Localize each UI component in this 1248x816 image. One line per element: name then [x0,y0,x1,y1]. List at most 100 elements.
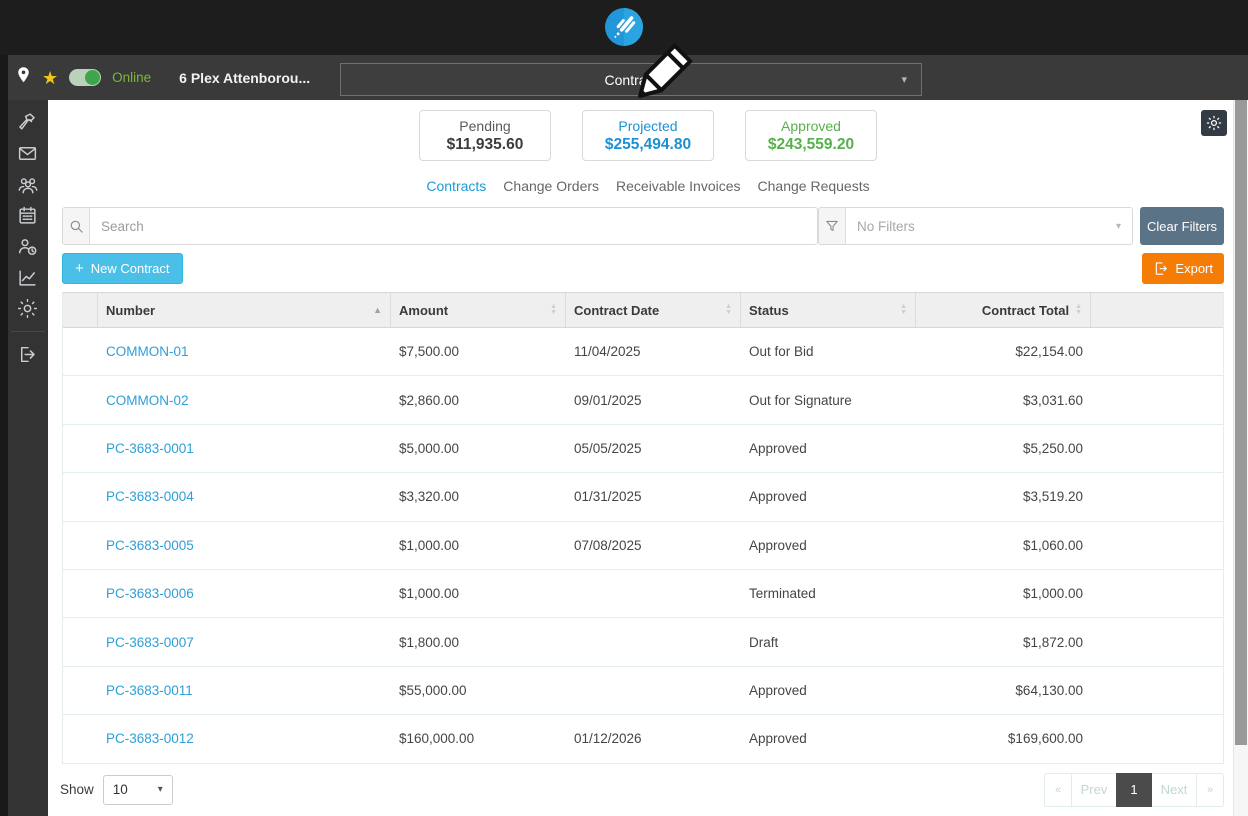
header-status[interactable]: Status ▲▼ [741,293,916,327]
total-cell: $5,250.00 [916,441,1091,456]
header-number[interactable]: Number ▲ [98,293,391,327]
table-row: PC-3683-0004 $3,320.00 01/31/2025 Approv… [63,473,1223,521]
total-cell: $169,600.00 [916,731,1091,746]
view-settings-button[interactable] [1201,110,1227,136]
contract-link[interactable]: PC-3683-0004 [106,489,194,504]
plus-icon: + [75,260,84,277]
contract-link[interactable]: COMMON-02 [106,393,189,408]
gear-icon [1206,115,1222,131]
header-contract-date[interactable]: Contract Date ▲▼ [566,293,741,327]
sort-asc-icon: ▲ [373,306,382,315]
actions-row: + New Contract Export [62,253,1224,284]
scrollbar-thumb[interactable] [1235,100,1247,745]
first-page-button[interactable]: « [1044,773,1072,807]
card-value: $11,935.60 [447,135,524,154]
chevron-down-icon: ▾ [901,73,907,86]
amount-cell: $5,000.00 [391,441,566,456]
contract-link[interactable]: PC-3683-0007 [106,635,194,650]
sort-icon: ▲▼ [725,304,732,316]
status-cell: Out for Signature [741,393,916,408]
search-box [62,207,818,245]
contract-link[interactable]: PC-3683-0012 [106,731,194,746]
projected-summary-card[interactable]: Projected $255,494.80 [582,110,714,161]
card-label: Approved [781,118,841,135]
new-contract-label: New Contract [91,261,170,276]
contract-link[interactable]: PC-3683-0006 [106,586,194,601]
status-cell: Terminated [741,586,916,601]
contract-link[interactable]: PC-3683-0011 [106,683,193,698]
table-row: PC-3683-0001 $5,000.00 05/05/2025 Approv… [63,425,1223,473]
filter-group: No Filters ▾ [818,207,1133,245]
card-label: Pending [459,118,510,135]
export-icon [1153,261,1168,276]
next-page-button[interactable]: Next [1151,773,1197,807]
mail-icon [17,143,38,164]
prev-page-button[interactable]: Prev [1071,773,1117,807]
tab-change-requests[interactable]: Change Requests [758,178,870,196]
main-content: Pending $11,935.60 Projected $255,494.80… [48,100,1248,816]
table-row: COMMON-02 $2,860.00 09/01/2025 Out for S… [63,376,1223,424]
sort-icon: ▲▼ [550,304,557,316]
total-cell: $3,031.60 [916,393,1091,408]
filters-dropdown-value: No Filters [857,219,915,234]
pending-summary-card[interactable]: Pending $11,935.60 [419,110,551,161]
header-contract-total[interactable]: Contract Total ▲▼ [916,293,1091,327]
amount-cell: $1,800.00 [391,635,566,650]
left-edge-strip [0,55,8,816]
search-input[interactable] [90,208,817,244]
logout-icon [17,344,38,365]
card-label: Projected [618,118,677,135]
search-icon [63,208,90,244]
contract-link[interactable]: PC-3683-0005 [106,538,194,553]
clear-filters-button[interactable]: Clear Filters [1140,207,1224,245]
status-cell: Out for Bid [741,344,916,359]
amount-cell: $3,320.00 [391,489,566,504]
section-selector-value: Contract [605,72,658,88]
table-footer: Show 10 ▾ « Prev 1 Next » [60,773,1224,807]
date-cell: 01/12/2026 [566,731,741,746]
export-button[interactable]: Export [1142,253,1224,284]
status-cell: Approved [741,441,916,456]
header-select-column [63,293,98,327]
table-row: PC-3683-0005 $1,000.00 07/08/2025 Approv… [63,522,1223,570]
total-cell: $3,519.20 [916,489,1091,504]
location-pin-icon[interactable] [16,66,31,90]
date-cell: 05/05/2025 [566,441,741,456]
contract-link[interactable]: PC-3683-0001 [106,441,194,456]
header-amount[interactable]: Amount ▲▼ [391,293,566,327]
favorite-star-icon[interactable]: ★ [42,69,58,87]
gear-icon [17,298,38,319]
filters-dropdown[interactable]: No Filters ▾ [846,208,1132,244]
tab-change-orders[interactable]: Change Orders [503,178,599,196]
card-value: $243,559.20 [768,135,854,154]
new-contract-button[interactable]: + New Contract [62,253,183,284]
page-1-button[interactable]: 1 [1116,773,1152,807]
summary-cards: Pending $11,935.60 Projected $255,494.80… [48,110,1248,161]
total-cell: $1,060.00 [916,538,1091,553]
amount-cell: $7,500.00 [391,344,566,359]
date-cell: 01/31/2025 [566,489,741,504]
contract-link[interactable]: COMMON-01 [106,344,189,359]
section-tabs: Contracts Change Orders Receivable Invoi… [48,178,1248,196]
table-row: PC-3683-0007 $1,800.00 Draft $1,872.00 [63,618,1223,666]
tab-contracts[interactable]: Contracts [426,178,486,196]
contracts-table: Number ▲ Amount ▲▼ Contract Date ▲▼ Stat… [62,292,1224,764]
table-row: PC-3683-0006 $1,000.00 Terminated $1,000… [63,570,1223,618]
status-cell: Approved [741,489,916,504]
online-toggle[interactable] [69,69,101,86]
chevron-down-icon: ▾ [1116,221,1121,232]
card-value: $255,494.80 [605,135,691,154]
status-cell: Draft [741,635,916,650]
last-page-button[interactable]: » [1196,773,1224,807]
tab-receivable-invoices[interactable]: Receivable Invoices [616,178,741,196]
status-bar: ★ Online 6 Plex Attenborou... Contract ▾ [0,55,1248,100]
project-name: 6 Plex Attenborou... [179,70,310,86]
sort-icon: ▲▼ [900,304,907,316]
total-cell: $1,000.00 [916,586,1091,601]
section-selector-dropdown[interactable]: Contract ▾ [340,63,922,96]
knowify-logo-icon [605,8,643,51]
show-label: Show [60,782,94,797]
page-size-select[interactable]: 10 ▾ [103,775,173,805]
sidebar-divider [11,331,45,332]
approved-summary-card[interactable]: Approved $243,559.20 [745,110,877,161]
